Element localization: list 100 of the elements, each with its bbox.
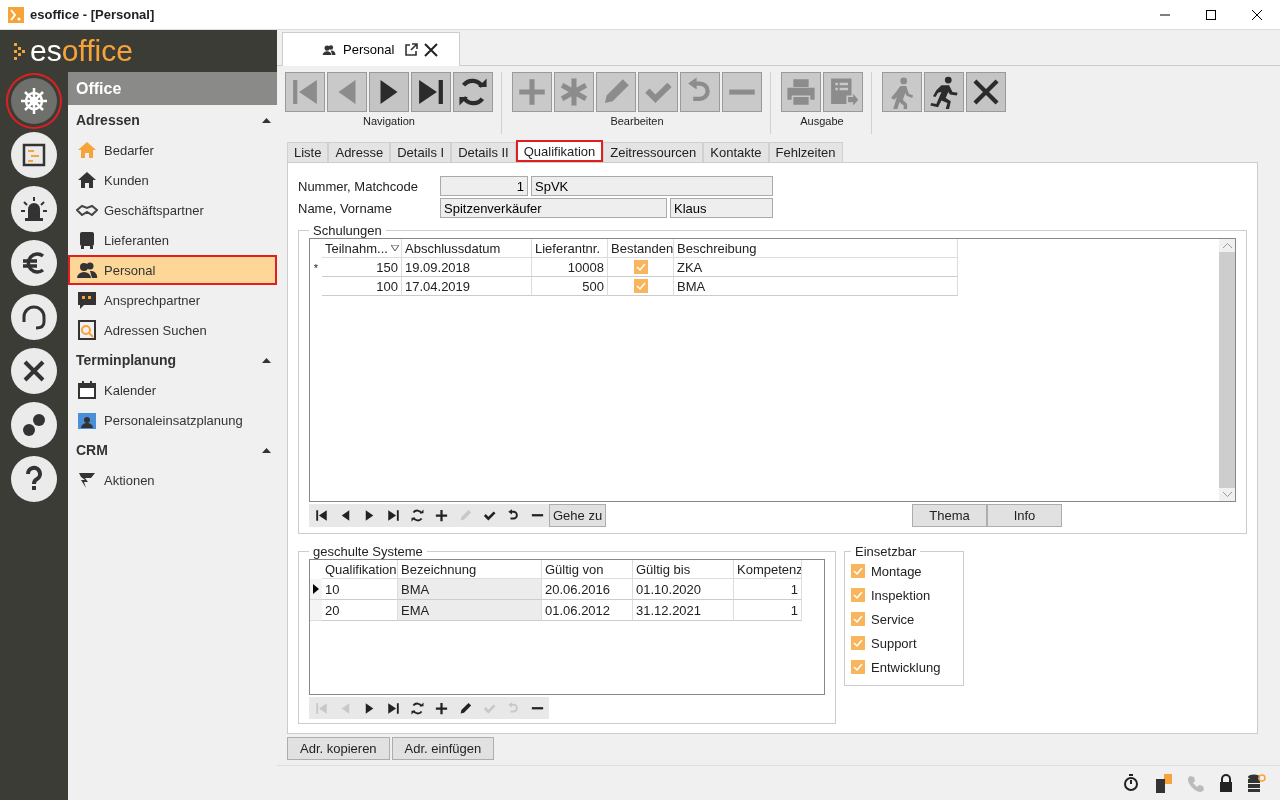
phone-icon: [1186, 773, 1206, 793]
input-field[interactable]: SpVK: [531, 176, 773, 196]
minus-icon: [529, 513, 545, 518]
row-selector[interactable]: [310, 579, 322, 600]
quote-icon: [76, 289, 98, 311]
sidebar-item[interactable]: Ansprechpartner: [68, 285, 277, 315]
sidebar-item[interactable]: Kunden: [68, 165, 277, 195]
column-header[interactable]: Abschlussdatum: [402, 239, 532, 258]
sidebar-item[interactable]: Lieferanten: [68, 225, 277, 255]
toolbar-button[interactable]: [924, 72, 964, 112]
module-button[interactable]: [11, 186, 57, 232]
sidebar-item[interactable]: Bedarfer: [68, 135, 277, 165]
module-button[interactable]: [11, 456, 57, 502]
checkbox[interactable]: [633, 260, 648, 274]
module-button[interactable]: [11, 348, 57, 394]
tab[interactable]: Fehlzeiten: [768, 142, 843, 162]
sidebar-item[interactable]: Personal: [68, 255, 277, 285]
column-header[interactable]: Beschreibung: [674, 239, 958, 258]
sidebar-title: Office: [68, 72, 277, 105]
person-search-icon: [76, 319, 98, 341]
sidebar-item[interactable]: Aktionen: [68, 465, 277, 495]
document-tab[interactable]: Personal: [282, 32, 460, 66]
table-cell: 100: [322, 277, 402, 296]
sidebar-item[interactable]: Adressen Suchen: [68, 315, 277, 345]
tab[interactable]: Zeitressourcen: [603, 142, 704, 162]
table-cell: 500: [532, 277, 608, 296]
input-field[interactable]: Spitzenverkäufer: [440, 198, 667, 218]
first-icon: [313, 700, 329, 716]
minus-icon: [529, 705, 545, 711]
toolbar-group-label: Bearbeiten: [610, 115, 664, 127]
module-button[interactable]: [11, 402, 57, 448]
checkbox-label: Montage: [871, 563, 922, 579]
toolbar-button[interactable]: [453, 72, 493, 112]
tab[interactable]: Details II: [451, 142, 516, 162]
column-header[interactable]: Qualifikation: [322, 560, 398, 579]
tab[interactable]: Adresse: [328, 142, 391, 162]
app-logo: esoffice: [0, 30, 277, 72]
checkbox[interactable]: [851, 636, 865, 650]
group-title: geschulte Systeme: [312, 544, 424, 559]
toolbar-button[interactable]: [411, 72, 451, 112]
checkbox[interactable]: [851, 660, 865, 674]
plus-icon: [433, 508, 449, 523]
table-cell: 01.06.2012: [542, 600, 633, 621]
toolbar-button[interactable]: [966, 72, 1006, 112]
table-cell: 17.04.2019: [402, 277, 532, 296]
table-cell: 10008: [532, 258, 608, 277]
action-button[interactable]: Adr. kopieren: [287, 737, 390, 760]
checkbox[interactable]: [851, 564, 865, 578]
pop-out-icon[interactable]: [404, 42, 419, 57]
module-button[interactable]: [11, 294, 57, 340]
checkbox[interactable]: [633, 279, 648, 293]
input-field[interactable]: 1: [440, 176, 528, 196]
house-icon: [76, 169, 98, 191]
column-header[interactable]: Gültig von: [542, 560, 633, 579]
siren-icon: [19, 194, 49, 224]
people-icon: [321, 42, 337, 57]
module-button[interactable]: [11, 240, 57, 286]
tab[interactable]: Liste: [287, 142, 329, 162]
house-icon: [76, 139, 98, 161]
checkbox[interactable]: [851, 588, 865, 602]
close-icon[interactable]: [424, 42, 439, 57]
collapse-icon[interactable]: [262, 117, 271, 123]
table-cell: 19.09.2018: [402, 258, 532, 277]
column-header[interactable]: Bestanden: [608, 239, 674, 258]
module-button[interactable]: [11, 132, 57, 178]
goto-button[interactable]: Gehe zu: [549, 504, 607, 527]
group-header: Adressen: [76, 112, 140, 128]
window-title: esoffice - [Personal]: [30, 7, 155, 22]
row-marker: *: [313, 261, 319, 274]
stopwatch-icon: [1122, 774, 1140, 792]
action-button[interactable]: Adr. einfügen: [391, 737, 495, 760]
column-header[interactable]: Gültig bis: [633, 560, 734, 579]
table-cell: 20.06.2016: [542, 579, 633, 600]
collapse-icon[interactable]: [262, 357, 271, 363]
sidebar-item[interactable]: Geschäftspartner: [68, 195, 277, 225]
checkbox-label: Inspektion: [871, 587, 931, 603]
input-field[interactable]: Klaus: [670, 198, 773, 218]
action-button[interactable]: Thema: [912, 504, 987, 527]
column-header[interactable]: Lieferantnr.: [532, 239, 608, 258]
refresh-icon: [409, 700, 425, 716]
table-cell: EMA: [398, 600, 542, 621]
sidebar-item[interactable]: Kalender: [68, 375, 277, 405]
table-cell: ZKA: [674, 258, 958, 277]
group-header: CRM: [76, 442, 108, 458]
table-cell: 31.12.2021: [633, 600, 734, 621]
checkbox[interactable]: [851, 612, 865, 626]
toolbar-button[interactable]: [369, 72, 409, 112]
tab[interactable]: Qualifikation: [515, 140, 604, 162]
table-cell: 1: [734, 600, 802, 621]
checkbox-label: Entwicklung: [871, 659, 941, 675]
action-button[interactable]: Info: [987, 504, 1062, 527]
tab[interactable]: Kontakte: [703, 142, 769, 162]
last-icon: [385, 508, 401, 523]
sidebar-item[interactable]: Personaleinsatzplanung: [68, 405, 277, 435]
collapse-icon[interactable]: [262, 447, 271, 453]
tab[interactable]: Details I: [390, 142, 452, 162]
column-header[interactable]: Teilnahm...: [322, 239, 402, 258]
checkbox-label: Support: [871, 635, 917, 651]
field-label: Name, Vorname: [298, 200, 393, 216]
table-cell: 1: [734, 579, 802, 600]
